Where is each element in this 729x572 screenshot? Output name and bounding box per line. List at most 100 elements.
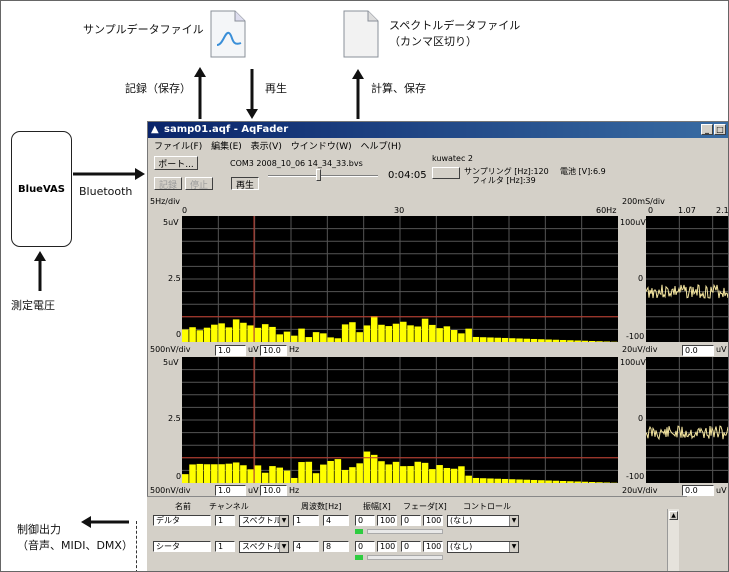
wave2-field[interactable]: 0.0 [682,485,714,496]
chevron-down-icon[interactable]: ▼ [509,542,518,552]
chevron-down-icon[interactable]: ▼ [509,516,518,526]
row-control-select[interactable]: (なし) ▼ [447,515,519,527]
spectrum1-freq-field[interactable]: 10.0 [260,345,287,356]
row-control-select[interactable]: (なし) ▼ [447,541,519,553]
spectrum-bar [501,478,509,483]
spectrum-bar [603,341,611,342]
spectrum-bar [538,339,545,342]
maximize-button[interactable]: □ [714,124,726,135]
row-name-field[interactable]: デルタ [153,515,211,526]
seek-track[interactable] [268,175,378,177]
menu-file[interactable]: ファイル(F) [154,139,202,152]
row-amp-low[interactable]: 0 [355,541,375,552]
wave2-unit: uV [716,486,727,495]
menu-edit[interactable]: 編集(E) [211,139,242,152]
output-divider [136,521,137,571]
scroll-up-icon[interactable]: ▲ [669,511,678,520]
output-arrow-left [81,516,129,528]
spectrum1-ydiv: 500nV/div [150,345,191,354]
header-channel: チャンネル [209,502,249,511]
chevron-down-icon[interactable]: ▼ [279,516,288,526]
record-button[interactable]: 記録 [154,177,182,191]
row-channel-field[interactable]: 1 [215,515,235,526]
wave2-y-tick-0: 100uV [620,358,646,367]
input-label: 測定電圧 [11,299,55,312]
spectrum-bar [247,325,254,342]
spectrum-bar [465,328,472,342]
row-amp-high[interactable]: 100 [377,515,397,526]
minimize-button[interactable]: _ [701,124,713,135]
spectrum-bar [341,324,349,342]
spectrum2-scale-field[interactable]: 1.0 [215,485,246,496]
spectrum-bar [240,465,247,483]
header-amplitude: 振幅[X] [363,502,391,511]
row-type-select[interactable]: スペクトル ▼ [239,541,289,553]
wave-tdiv: 200mS/div [622,197,665,206]
row-fader-low[interactable]: 0 [401,515,421,526]
spectrum-bar [283,331,291,342]
stop-button[interactable]: 停止 [185,177,213,191]
sample-file-label: サンプルデータファイル [83,23,204,36]
row-channel-field[interactable]: 1 [215,541,235,552]
spectrum-bar [240,322,247,342]
device-button[interactable] [432,167,460,179]
spectrum-bar [211,464,218,483]
row-fader-low[interactable]: 0 [401,541,421,552]
window-titlebar[interactable]: ▲ samp01.aqf - AqFader _ □ [148,122,728,138]
spectrum-bar [261,324,269,342]
spectrum-bar [320,464,327,483]
row-freq-low[interactable]: 4 [293,541,319,552]
menu-view[interactable]: 表示(V) [251,139,282,152]
row-freq-low[interactable]: 1 [293,515,319,526]
row-type-select[interactable]: スペクトル ▼ [239,515,289,527]
wave-plot-2 [646,357,728,483]
menubar: ファイル(F) 編集(E) 表示(V) ウインドウ(W) ヘルプ(H) [148,139,728,153]
row-freq-high[interactable]: 8 [323,541,349,552]
wave-t-tick-1: 1.07 [678,206,696,215]
row-amp-high[interactable]: 100 [377,541,397,552]
row-control-label: (なし) [450,516,473,525]
play-button[interactable]: 再生 [231,177,259,191]
wave2-ydiv: 20uV/div [622,486,658,495]
seek-thumb[interactable] [316,169,321,181]
spectrum-bar [523,338,531,342]
menu-help[interactable]: ヘルプ(H) [361,139,402,152]
wave1-field[interactable]: 0.0 [682,345,714,356]
wave-t-tick-2: 2.13 [716,206,729,215]
row-fader-high[interactable]: 100 [423,541,443,552]
row-freq-high[interactable]: 4 [323,515,349,526]
menu-window[interactable]: ウインドウ(W) [291,139,352,152]
spectrum1-y-tick-2: 0 [176,330,182,339]
spectrum-file-sub: （カンマ区切り） [389,35,477,48]
spectrum-bar [400,321,407,342]
spectrum-bar [182,329,189,342]
spectrum1-scale-field[interactable]: 1.0 [215,345,246,356]
row-name-field[interactable]: シータ [153,541,211,552]
spectrum-bar [414,326,422,342]
spectrum-bar [545,339,552,342]
bluetooth-label: Bluetooth [79,185,133,198]
spectrum-bar [291,335,298,342]
wave1-y-tick-0: 100uV [620,218,646,227]
spectrum-bar [414,461,422,483]
battery-label: 電池 [V]:6.9 [560,167,606,176]
table-scrollbar[interactable]: ▲ [667,509,679,571]
spectrum-bar [429,324,436,342]
row-amp-low[interactable]: 0 [355,515,375,526]
spectrum-xdiv: 5Hz/div [150,197,181,206]
sample-file-icon [210,10,246,58]
filter-label: フィルタ [Hz]:39 [472,176,536,185]
spectrum-bar [494,337,502,342]
spectrum2-y-tick-1: 2.5 [168,414,181,423]
spectrum-bar [232,462,240,483]
port-button[interactable]: ポート... [154,156,198,170]
spectrum-x-tick-0: 0 [182,206,188,215]
spectrum-bar [509,479,516,483]
spectrum2-freq-field[interactable]: 10.0 [260,485,287,496]
row-fader-high[interactable]: 100 [423,515,443,526]
chevron-down-icon[interactable]: ▼ [279,542,288,552]
header-name: 名前 [175,502,191,511]
wave1-y-tick-1: 0 [638,274,644,283]
spectrum-bar [261,472,269,483]
spectrum-file-label: スペクトルデータファイル [389,19,521,32]
